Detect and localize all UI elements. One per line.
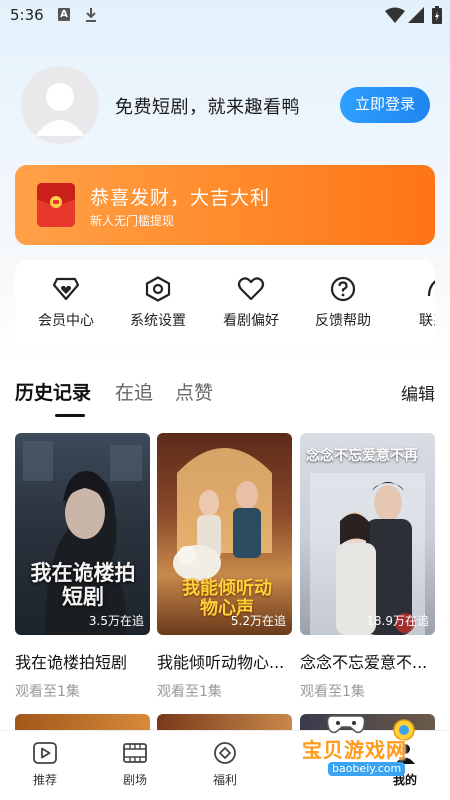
watermark-logo: 宝贝游戏网 baobeiy.com (296, 712, 426, 778)
notification-a-icon: A (58, 8, 70, 21)
drama-title: 我能倾听动物心... (157, 653, 285, 672)
history-card[interactable]: 念念不忘爱意不再 18.9万在追 念念不忘爱意不... 观看至1集 (300, 433, 435, 701)
watch-progress: 观看至1集 (157, 684, 222, 700)
nav-theater[interactable]: 剧场 (90, 741, 180, 788)
avatar[interactable] (21, 66, 99, 144)
nav-label: 福利 (212, 773, 237, 787)
tab-following[interactable]: 在追 (115, 378, 153, 405)
drama-title: 我在诡楼拍短剧 (15, 653, 128, 672)
nav-label: 推荐 (32, 773, 57, 787)
drama-title: 念念不忘爱意不... (300, 653, 428, 672)
red-envelope-icon (37, 183, 75, 227)
quick-label: 反馈帮助 (315, 313, 371, 329)
nav-recommend[interactable]: 推荐 (0, 741, 90, 788)
watch-progress: 观看至1集 (300, 684, 365, 700)
quick-item-preference[interactable]: 看剧偏好 (211, 276, 291, 330)
quick-item-help[interactable]: 反馈帮助 (303, 276, 383, 330)
history-tabs: 历史记录 在追 点赞 编辑 (15, 378, 435, 418)
follow-count: 18.9万在追 (366, 614, 429, 628)
contact-icon (427, 280, 435, 297)
wifi-icon (385, 7, 405, 23)
vip-heart-icon (52, 277, 80, 301)
help-circle-icon (330, 276, 356, 302)
watermark-url: baobeiy.com (328, 762, 406, 776)
settings-hex-icon (145, 276, 171, 302)
quick-label: 系统设置 (130, 313, 186, 329)
nav-label: 剧场 (122, 773, 147, 787)
download-icon (86, 8, 96, 22)
login-prompt: 免费短剧，就来趣看鸭 (115, 97, 300, 118)
status-time: 5:36 (10, 6, 44, 24)
watch-progress: 观看至1集 (15, 684, 80, 700)
film-icon (123, 743, 147, 763)
tab-likes[interactable]: 点赞 (175, 378, 213, 405)
status-bar: 5:36 A (0, 0, 450, 32)
tab-underline (55, 414, 85, 417)
quick-label: 看剧偏好 (223, 313, 279, 329)
play-square-icon (33, 742, 57, 764)
quick-menu: 会员中心 系统设置 看剧偏好 反馈帮助 联系 (15, 260, 435, 346)
quick-item-settings[interactable]: 系统设置 (118, 276, 198, 330)
watermark-text: 宝贝游戏网 (302, 738, 407, 762)
history-card[interactable]: 我能倾听动物心声 5.2万在追 我能倾听动物心... 观看至1集 (157, 433, 292, 701)
gamepad-icon (326, 715, 366, 734)
quick-label: 会员中心 (38, 313, 94, 329)
promo-title: 恭喜发财，大吉大利 (90, 187, 271, 209)
login-button[interactable]: 立即登录 (340, 87, 430, 123)
history-card[interactable]: 我在诡楼拍短剧 3.5万在追 我在诡楼拍短剧 观看至1集 (15, 433, 150, 701)
poster-title: 念念不忘爱意不再 (306, 448, 418, 464)
quick-label: 联系 (419, 313, 435, 329)
poster-image[interactable]: 我能倾听动物心声 5.2万在追 (157, 433, 292, 635)
poster-image[interactable]: 我在诡楼拍短剧 3.5万在追 (15, 433, 150, 635)
tab-history[interactable]: 历史记录 (15, 378, 91, 405)
nav-welfare[interactable]: 福利 (180, 741, 270, 788)
quick-item-contact[interactable]: 联系 (393, 276, 435, 330)
signal-icon (408, 7, 424, 23)
promo-banner[interactable]: 恭喜发财，大吉大利 新人无门槛提现 (15, 165, 435, 245)
battery-icon (432, 6, 442, 24)
follow-count: 5.2万在追 (230, 614, 286, 628)
promo-subtitle: 新人无门槛提现 (90, 214, 175, 228)
poster-title: 我在诡楼拍短剧 (30, 561, 136, 609)
diamond-circle-icon (214, 742, 236, 764)
poster-image[interactable]: 念念不忘爱意不再 18.9万在追 (300, 433, 435, 635)
heart-icon (237, 277, 265, 301)
quick-item-vip[interactable]: 会员中心 (26, 276, 106, 330)
default-avatar-icon (35, 83, 85, 136)
edit-button[interactable]: 编辑 (401, 380, 435, 405)
follow-count: 3.5万在追 (88, 614, 144, 628)
